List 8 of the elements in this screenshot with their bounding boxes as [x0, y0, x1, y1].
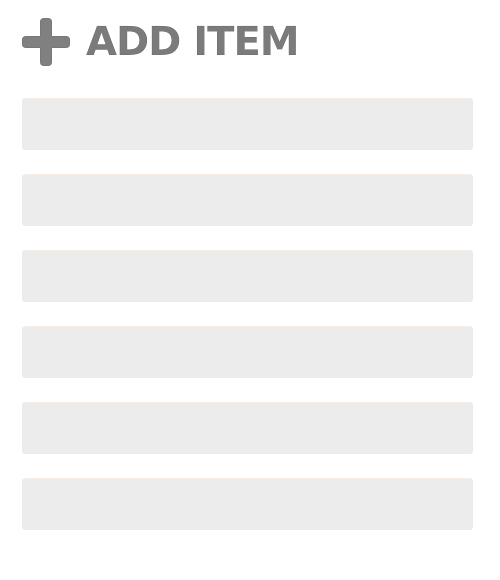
empty-item-slot[interactable] [22, 174, 473, 226]
empty-item-slot[interactable] [22, 402, 473, 454]
empty-item-slot[interactable] [22, 326, 473, 378]
empty-item-slot[interactable] [22, 250, 473, 302]
plus-icon[interactable] [22, 18, 70, 66]
empty-item-slot[interactable] [22, 478, 473, 530]
page-title: ADD ITEM [86, 22, 299, 62]
empty-item-slot[interactable] [22, 98, 473, 150]
